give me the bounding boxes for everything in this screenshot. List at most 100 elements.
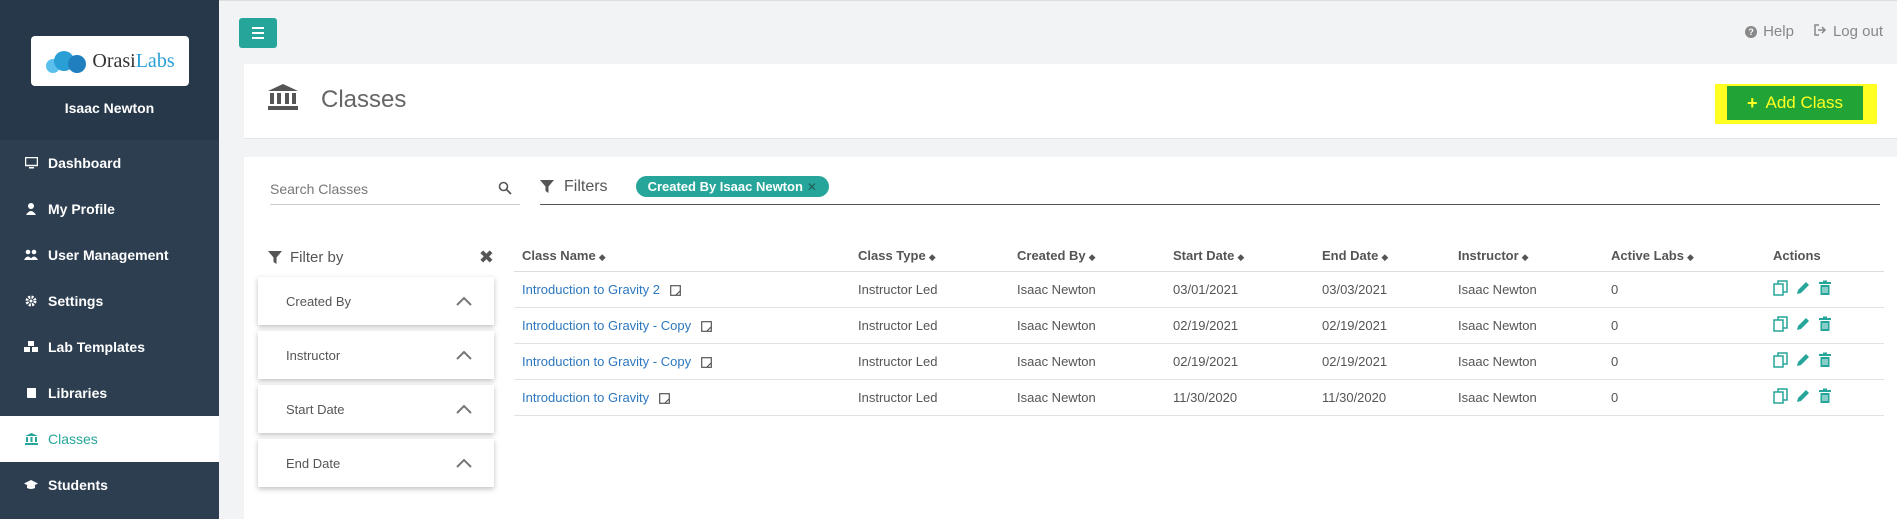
sidebar-item-students[interactable]: Students — [0, 462, 219, 508]
desktop-icon — [24, 156, 38, 170]
table-row: Introduction to Gravity 2 Instructor Led… — [514, 271, 1884, 308]
edit-pencil-icon[interactable] — [1795, 352, 1811, 368]
logout-link[interactable]: Log out — [1814, 23, 1883, 40]
start-date-cell: 02/19/2021 — [1165, 307, 1314, 344]
sidebar-item-label: Lab Templates — [48, 339, 145, 355]
trash-icon[interactable] — [1817, 352, 1833, 368]
column-header-start-date[interactable]: Start Date ◆ — [1165, 241, 1314, 272]
class-type-cell: Instructor Led — [850, 271, 1009, 308]
edit-pencil-icon[interactable] — [1795, 388, 1811, 404]
add-class-button[interactable]: + Add Class — [1727, 86, 1863, 120]
sign-out-icon — [1814, 23, 1827, 40]
instructor-cell: Isaac Newton — [1450, 343, 1603, 380]
top-links: ? Help Log out — [1745, 23, 1883, 40]
created-by-cell: Isaac Newton — [1009, 343, 1165, 380]
class-name-link[interactable]: Introduction to Gravity — [522, 390, 649, 405]
table-header-row: Class Name ◆ Class Type ◆ Created By ◆ Star… — [514, 241, 1884, 272]
user-icon — [24, 202, 38, 216]
filter-section-instructor[interactable]: Instructor — [258, 331, 494, 379]
sidebar-item-label: Classes — [48, 431, 98, 447]
plus-icon: + — [1747, 92, 1758, 113]
remove-filter-icon[interactable]: ✕ — [807, 180, 817, 194]
sort-icon: ◆ — [1521, 252, 1529, 263]
trash-icon[interactable] — [1817, 316, 1833, 332]
copy-icon[interactable] — [1773, 279, 1789, 296]
sidebar-profile: OrasiLabs Isaac Newton — [0, 0, 219, 140]
note-icon[interactable] — [670, 284, 681, 296]
page-header: Classes + Add Class — [244, 64, 1897, 139]
class-type-cell: Instructor Led — [850, 343, 1009, 380]
classes-panel: Filters Created By Isaac Newton ✕ Filter… — [244, 157, 1897, 519]
actions-cell — [1765, 307, 1884, 344]
edit-pencil-icon[interactable] — [1795, 316, 1811, 332]
sidebar-item-user-management[interactable]: User Management — [0, 232, 219, 278]
copy-icon[interactable] — [1773, 387, 1789, 404]
users-icon — [24, 248, 38, 262]
start-date-cell: 03/01/2021 — [1165, 271, 1314, 308]
orasilabs-logo[interactable]: OrasiLabs — [30, 36, 189, 86]
sort-icon: ◆ — [928, 252, 936, 263]
filter-section-start-date[interactable]: Start Date — [258, 385, 494, 433]
filter-section-label: Instructor — [286, 347, 341, 363]
start-date-cell: 11/30/2020 — [1165, 379, 1314, 416]
column-header-class-type[interactable]: Class Type ◆ — [850, 241, 1009, 272]
trash-icon[interactable] — [1817, 388, 1833, 404]
end-date-cell: 02/19/2021 — [1314, 343, 1450, 380]
class-name-link[interactable]: Introduction to Gravity 2 — [522, 282, 660, 297]
logout-label: Log out — [1832, 23, 1883, 40]
trash-icon[interactable] — [1817, 280, 1833, 296]
sidebar-item-label: Settings — [48, 293, 104, 309]
filter-chip-created-by: Created By Isaac Newton ✕ — [635, 176, 829, 197]
column-header-class-name[interactable]: Class Name ◆ — [514, 241, 850, 272]
filter-section-label: Created By — [286, 293, 352, 309]
menu-toggle-button[interactable] — [239, 18, 277, 48]
active-labs-cell: 0 — [1603, 379, 1765, 416]
instructor-cell: Isaac Newton — [1450, 379, 1603, 416]
sidebar-item-libraries[interactable]: Libraries — [0, 370, 219, 416]
sidebar-item-settings[interactable]: Settings — [0, 278, 219, 324]
start-date-cell: 02/19/2021 — [1165, 343, 1314, 380]
filter-section-created-by[interactable]: Created By — [258, 277, 494, 325]
filter-chip-label: Created By Isaac Newton — [647, 179, 803, 194]
sidebar-item-label: User Management — [48, 247, 169, 263]
sidebar-item-label: Dashboard — [48, 155, 122, 171]
sidebar-item-classes[interactable]: Classes — [0, 416, 219, 462]
copy-icon[interactable] — [1773, 315, 1789, 332]
institution-icon — [268, 84, 298, 110]
note-icon[interactable] — [701, 320, 712, 332]
sidebar-item-label: My Profile — [48, 201, 115, 217]
filters-label: Filters — [540, 178, 608, 196]
top-bar: ? Help Log out — [219, 0, 1897, 63]
search-input[interactable] — [270, 181, 490, 197]
sidebar-item-dashboard[interactable]: Dashboard — [0, 140, 219, 186]
institution-icon — [24, 432, 38, 446]
filter-section-end-date[interactable]: End Date — [258, 439, 494, 487]
column-header-active-labs[interactable]: Active Labs ◆ — [1603, 241, 1765, 272]
actions-cell — [1765, 271, 1884, 308]
column-header-instructor[interactable]: Instructor ◆ — [1450, 241, 1603, 272]
note-icon[interactable] — [659, 392, 671, 404]
class-name-link[interactable]: Introduction to Gravity - Copy — [522, 318, 691, 333]
column-header-created-by[interactable]: Created By ◆ — [1009, 241, 1165, 272]
class-name-link[interactable]: Introduction to Gravity - Copy — [522, 354, 691, 369]
sidebar-item-lab-templates[interactable]: Lab Templates — [0, 324, 219, 370]
note-icon[interactable] — [701, 356, 712, 368]
chevron-up-icon — [456, 296, 472, 306]
sidebar-item-label: Students — [48, 477, 108, 493]
sidebar-nav: Dashboard My Profile User Management Set… — [0, 140, 219, 508]
add-class-highlight: + Add Class — [1715, 84, 1877, 124]
help-label: Help — [1763, 23, 1794, 40]
column-header-end-date[interactable]: End Date ◆ — [1314, 241, 1450, 272]
sort-icon: ◆ — [1088, 252, 1096, 263]
filters-text: Filters — [564, 177, 608, 195]
chevron-up-icon — [456, 350, 472, 360]
edit-pencil-icon[interactable] — [1795, 280, 1811, 296]
sidebar-item-my-profile[interactable]: My Profile — [0, 186, 219, 232]
created-by-cell: Isaac Newton — [1009, 271, 1165, 308]
copy-icon[interactable] — [1773, 351, 1789, 368]
search-icon[interactable] — [498, 181, 512, 195]
clear-filters-icon[interactable]: ✖ — [479, 247, 494, 268]
help-link[interactable]: ? Help — [1745, 23, 1794, 40]
end-date-cell: 02/19/2021 — [1314, 307, 1450, 344]
filter-icon — [540, 179, 554, 193]
